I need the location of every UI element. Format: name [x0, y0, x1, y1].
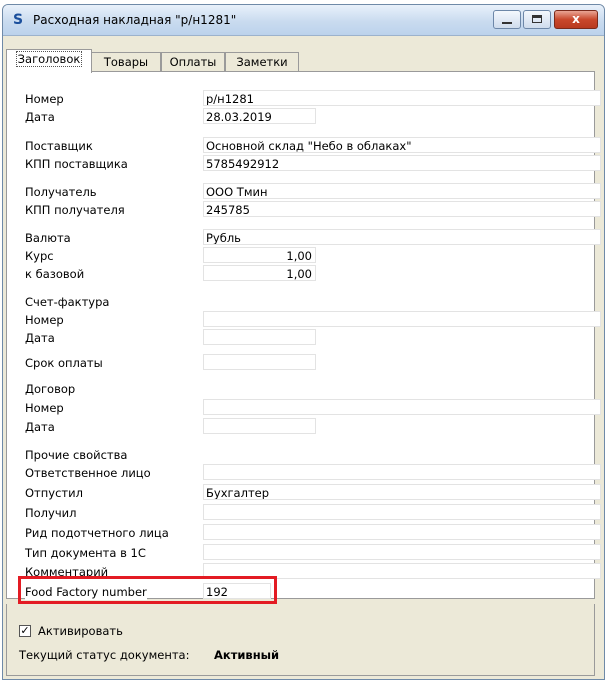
maximize-icon: [532, 15, 542, 23]
responsible-label: Ответственное лицо: [25, 466, 151, 480]
currency-field[interactable]: Рубль: [203, 229, 601, 245]
doc-status-label: Текущий статус документа:: [19, 648, 190, 662]
title-bar[interactable]: S Расходная накладная "р/н1281" x: [3, 5, 604, 36]
invoice-number-label: Номер: [25, 313, 64, 327]
tab-notes[interactable]: Заметки: [225, 52, 299, 72]
supplier-kpp-label: КПП поставщика: [25, 157, 128, 171]
invoice-date-label: Дата: [25, 331, 55, 345]
close-icon: x: [572, 12, 580, 26]
invoice-number-field[interactable]: [203, 311, 601, 327]
status-panel: [6, 604, 595, 676]
contract-date-label: Дата: [25, 420, 55, 434]
recipient-field[interactable]: ООО Тмин: [203, 183, 601, 199]
accountable-type-field[interactable]: [203, 524, 601, 540]
recipient-label: Получатель: [25, 185, 97, 199]
supplier-label: Поставщик: [25, 139, 93, 153]
rate-label: Курс: [25, 249, 54, 263]
activate-checkbox[interactable]: ✓: [19, 625, 31, 637]
tab-payments-label: Оплаты: [169, 55, 217, 69]
tab-header[interactable]: Заголовок: [6, 49, 92, 73]
maximize-button[interactable]: [523, 10, 551, 29]
contract-date-field[interactable]: [203, 418, 316, 434]
window-title: Расходная накладная "р/н1281": [33, 13, 237, 27]
date-field[interactable]: 28.03.2019: [203, 108, 316, 124]
tab-payments[interactable]: Оплаты: [161, 52, 225, 72]
tab-notes-label: Заметки: [236, 55, 288, 69]
invoice-date-field[interactable]: [203, 329, 316, 345]
contract-number-label: Номер: [25, 401, 64, 415]
close-button[interactable]: x: [554, 10, 598, 29]
highlight-box: [18, 576, 277, 604]
currency-label: Валюта: [25, 231, 71, 245]
accountable-type-label: Рид подотчетного лица: [25, 526, 169, 540]
doc-status-value: Активный: [214, 648, 280, 662]
contract-number-field[interactable]: [203, 399, 601, 415]
doc-type-1c-label: Тип документа в 1С: [25, 546, 146, 560]
recipient-kpp-label: КПП получателя: [25, 203, 125, 217]
tab-goods-label: Товары: [103, 55, 149, 69]
rate-field[interactable]: 1,00: [203, 247, 316, 263]
recipient-kpp-field[interactable]: 245785: [203, 201, 601, 217]
activate-label[interactable]: Активировать: [38, 624, 123, 638]
minimize-button[interactable]: [493, 10, 521, 29]
base-field[interactable]: 1,00: [203, 265, 316, 281]
number-label: Номер: [25, 92, 64, 106]
due-field[interactable]: [203, 354, 316, 370]
released-field[interactable]: Бухгалтер: [203, 484, 601, 500]
doc-type-1c-field[interactable]: [203, 544, 601, 560]
responsible-field[interactable]: [203, 464, 601, 480]
other-props-label: Прочие свойства: [25, 448, 128, 462]
tab-header-label: Заголовок: [15, 51, 83, 67]
minimize-icon: [502, 22, 512, 24]
base-label: к базовой: [25, 267, 85, 281]
number-field[interactable]: р/н1281: [203, 90, 601, 106]
supplier-field[interactable]: Основной склад "Небо в облаках": [203, 137, 601, 153]
app-icon: S: [13, 12, 24, 28]
due-label: Срок оплаты: [25, 356, 103, 370]
released-label: Отпустил: [25, 486, 83, 500]
received-label: Получил: [25, 506, 77, 520]
invoice-section-label: Счет-фактура: [25, 295, 110, 309]
contract-section-label: Договор: [25, 382, 76, 396]
supplier-kpp-field[interactable]: 5785492912: [203, 155, 601, 171]
received-field[interactable]: [203, 504, 601, 520]
date-label: Дата: [25, 110, 55, 124]
tab-goods[interactable]: Товары: [91, 52, 161, 72]
